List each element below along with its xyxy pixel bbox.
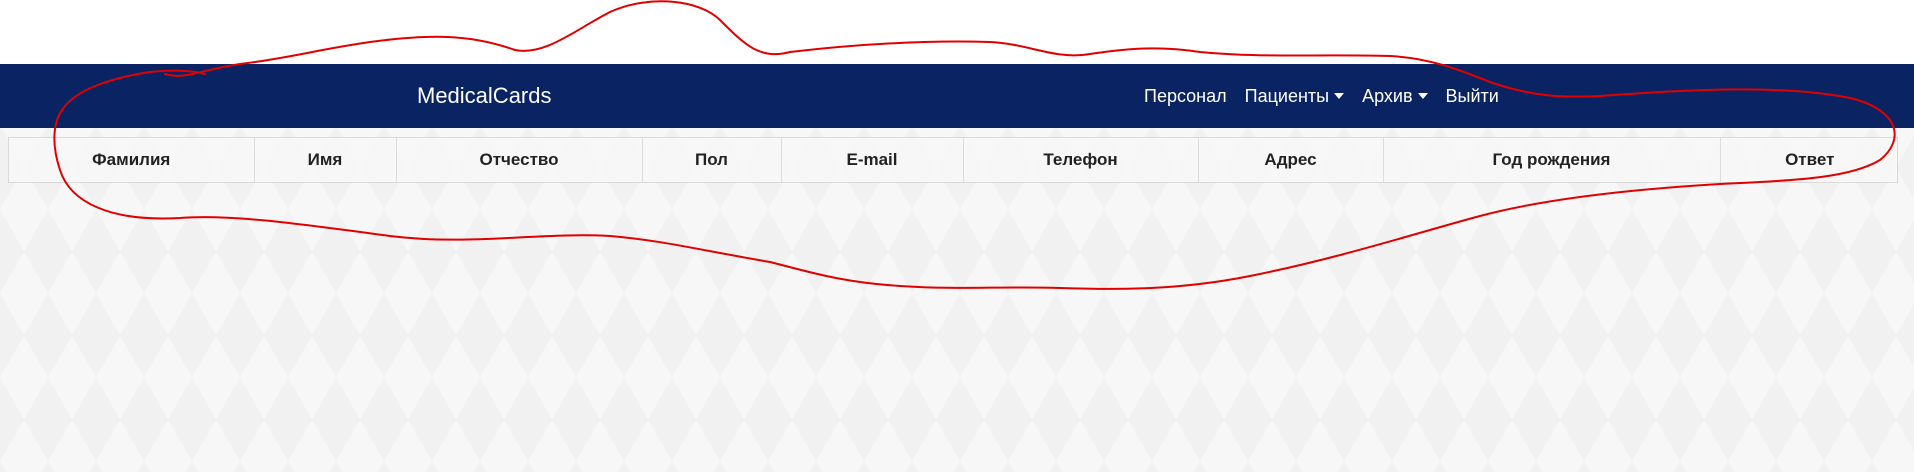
nav-item-logout-label: Выйти — [1445, 85, 1499, 106]
nav-item-logout[interactable]: Выйти — [1446, 86, 1499, 107]
column-header-phone[interactable]: Телефон — [962, 138, 1198, 182]
brand-link[interactable]: MedicalCards — [417, 64, 552, 128]
patients-table: Фамилия Имя Отчество Пол E-mail Телефон … — [8, 137, 1899, 183]
nav-item-staff-label: Персонал — [1144, 85, 1227, 106]
column-header-first-name[interactable]: Имя — [253, 138, 396, 182]
caret-down-icon — [1417, 93, 1428, 99]
top-white-strip — [0, 0, 1914, 64]
column-header-birth-year[interactable]: Год рождения — [1382, 138, 1720, 182]
nav-item-patients-dropdown[interactable]: Пациенты — [1244, 85, 1345, 107]
navbar: MedicalCards Персонал Пациенты Архив Вый… — [0, 64, 1914, 128]
nav-item-patients-label: Пациенты — [1244, 85, 1330, 106]
column-header-answer[interactable]: Ответ — [1719, 138, 1899, 182]
table-header-row: Фамилия Имя Отчество Пол E-mail Телефон … — [9, 138, 1899, 182]
column-header-patronymic[interactable]: Отчество — [395, 138, 642, 182]
column-header-address[interactable]: Адрес — [1197, 138, 1383, 182]
column-header-email[interactable]: E-mail — [780, 138, 963, 182]
caret-down-icon — [1334, 93, 1345, 99]
nav-item-staff[interactable]: Персонал — [1144, 86, 1227, 107]
column-header-sex[interactable]: Пол — [641, 138, 781, 182]
column-header-last-name[interactable]: Фамилия — [9, 138, 254, 182]
nav-item-archive-label: Архив — [1362, 85, 1413, 106]
nav-item-archive-dropdown[interactable]: Архив — [1362, 85, 1428, 107]
nav-menu: Персонал Пациенты Архив Выйти — [1144, 64, 1499, 128]
